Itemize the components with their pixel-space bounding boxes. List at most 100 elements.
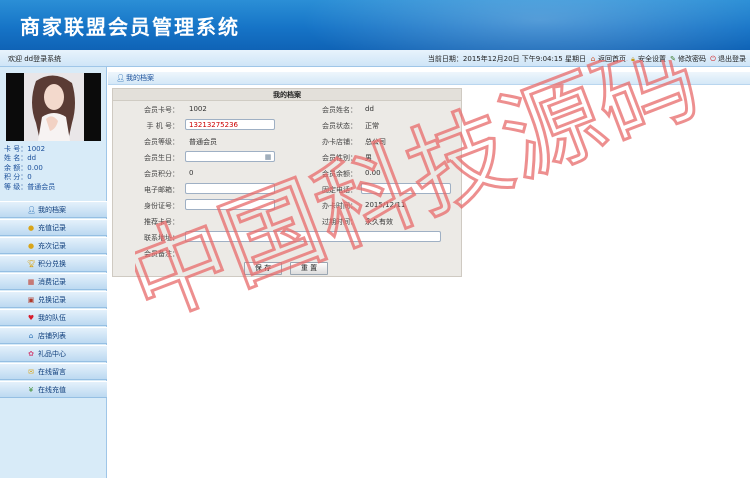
sidebar-item-online-recharge[interactable]: ¥ 在线充值	[0, 381, 107, 398]
sidebar-item-exchange-records[interactable]: ▣ 兑换记录	[0, 291, 107, 308]
reset-button[interactable]: 重 置	[290, 262, 328, 275]
sidebar-item-recharge-records[interactable]: ● 充值记录	[0, 219, 107, 236]
sidebar-item-consumption-records[interactable]: ▦ 消费记录	[0, 273, 107, 290]
member-avatar	[6, 73, 101, 141]
current-datetime: 当前日期：2015年12月20日 下午9:04:15 星期日	[427, 55, 586, 63]
phone-label: 手 机 号：	[146, 122, 179, 130]
coins-icon: ●	[27, 223, 35, 232]
address-input[interactable]	[185, 231, 441, 242]
fixed-phone-label: 固定电话：	[322, 186, 357, 194]
id-card-input[interactable]	[185, 199, 275, 210]
sidebar: 卡 号：1002 姓 名：dd 余 额：0.00 积 分：0 等 级：普通会员 …	[0, 67, 107, 478]
form-title: 我的档案	[113, 89, 461, 101]
main-content: 👤︎我的档案 我的档案 会员卡号： 1002 会员姓名： dd 手 机 号： 会…	[108, 67, 750, 478]
sidebar-item-label: 礼品中心	[38, 349, 66, 358]
store-value: 总公司	[365, 138, 386, 146]
member-summary: 卡 号：1002 姓 名：dd 余 额：0.00 积 分：0 等 级：普通会员	[4, 145, 55, 192]
calendar-icon: ▦	[27, 277, 35, 286]
logout-link-label: 退出登录	[718, 55, 746, 63]
calendar-picker-icon[interactable]: ▦	[264, 153, 272, 161]
sidebar-item-label: 充值记录	[38, 223, 66, 232]
sidebar-item-points-exchange[interactable]: 🏆︎ 积分兑换	[0, 255, 107, 272]
change-password-link[interactable]: ✎ 修改密码	[669, 54, 706, 64]
save-button[interactable]: 保 存	[244, 262, 282, 275]
gift-box-icon: ▣	[27, 295, 35, 304]
member-name-value: dd	[365, 105, 374, 113]
sidebar-item-label: 我的档案	[38, 205, 66, 214]
security-settings-link[interactable]: 🔒︎ 安全设置	[629, 54, 666, 64]
top-links: 当前日期：2015年12月20日 下午9:04:15 星期日 ⌂ 返回首页 🔒︎ 安…	[428, 54, 746, 64]
sidebar-item-label: 在线充值	[38, 385, 66, 394]
member-level-label: 会员等级：	[144, 138, 179, 146]
header-glow	[300, 0, 750, 50]
summary-level: 等 级：普通会员	[4, 182, 56, 191]
phone-input[interactable]	[185, 119, 275, 130]
summary-points: 积 分：0	[4, 173, 32, 182]
card-no-label: 会员卡号：	[144, 106, 179, 114]
id-card-label: 身份证号：	[144, 202, 179, 210]
home-icon: ⌂	[590, 55, 596, 63]
form-row-2: 手 机 号： 会员状态： 正常	[113, 118, 461, 133]
logout-icon: ⏻	[710, 55, 716, 63]
form-row-5: 会员积分： 0 会员余额： 0.00	[113, 166, 461, 181]
member-name-label: 会员姓名：	[322, 106, 357, 114]
summary-card-no: 卡 号：1002	[4, 145, 46, 153]
points-label: 会员积分：	[144, 170, 179, 178]
form-row-6: 电子邮箱： 固定电话：	[113, 182, 461, 197]
app-header: 商家联盟会员管理系统	[0, 0, 750, 50]
expiry-label: 过期时间：	[322, 218, 357, 226]
money-bag-icon: ¥	[28, 385, 34, 394]
trophy-icon: 🏆︎	[27, 259, 36, 268]
fixed-phone-input[interactable]	[361, 183, 451, 194]
gender-label: 会员性别：	[322, 154, 357, 162]
form-row-4: 会员生日： ▦ 会员性别： 男	[113, 150, 461, 165]
summary-balance: 余 额：0.00	[4, 163, 43, 172]
breadcrumb-label: 我的档案	[126, 74, 154, 82]
member-status-value: 正常	[365, 122, 379, 130]
user-icon: 👤︎	[116, 74, 125, 82]
email-label: 电子邮箱：	[144, 186, 179, 194]
form-row-8: 推荐卡号： 过期时间： 永久有效	[113, 214, 461, 229]
coins-icon: ●	[27, 241, 35, 250]
sidebar-item-store-list[interactable]: ⌂ 店铺列表	[0, 327, 107, 344]
email-input[interactable]	[185, 183, 275, 194]
sidebar-item-my-profile[interactable]: 👤︎ 我的档案	[0, 201, 107, 218]
sidebar-item-label: 消费记录	[38, 277, 66, 286]
sidebar-item-gift-center[interactable]: ✿ 礼品中心	[0, 345, 107, 362]
summary-name: 姓 名：dd	[4, 154, 37, 163]
expiry-value: 永久有效	[365, 218, 393, 226]
balance-value: 0.00	[365, 169, 381, 177]
birthday-input[interactable]	[185, 151, 275, 162]
sidebar-item-online-message[interactable]: ✉ 在线留言	[0, 363, 107, 380]
sidebar-item-label: 兑换记录	[38, 295, 66, 304]
home-link-label: 返回首页	[598, 55, 626, 63]
member-level-value: 普通会员	[189, 138, 217, 146]
logout-link[interactable]: ⏻ 退出登录	[709, 54, 746, 64]
welcome-text: 欢迎 dd登录系统	[8, 55, 62, 63]
form-row-10: 会员备注：	[113, 246, 461, 261]
lock-icon: 🔒︎	[631, 55, 635, 63]
sidebar-item-label: 店铺列表	[38, 331, 66, 340]
issue-date-value: 2015/12/11	[365, 201, 406, 209]
store-label: 办卡店铺：	[322, 138, 357, 146]
home-link[interactable]: ⌂ 返回首页	[589, 54, 626, 64]
sidebar-item-label: 我的队伍	[38, 313, 66, 322]
pencil-icon: ✎	[670, 55, 676, 63]
password-link-label: 修改密码	[678, 55, 706, 63]
sidebar-item-times-records[interactable]: ● 充次记录	[0, 237, 107, 254]
referrer-label: 推荐卡号：	[144, 218, 179, 226]
house-icon: ⌂	[28, 331, 34, 340]
sidebar-item-label: 充次记录	[38, 241, 66, 250]
member-status-label: 会员状态：	[322, 122, 357, 130]
sidebar-menu: 👤︎ 我的档案 ● 充值记录 ● 充次记录 🏆︎ 积分兑换 ▦ 消费记录 ▣ 兑换记录 ♥ 我…	[0, 201, 107, 399]
app-title: 商家联盟会员管理系统	[20, 15, 240, 39]
gift-icon: ✿	[28, 349, 34, 358]
issue-date-label: 办卡时间：	[322, 202, 357, 210]
points-value: 0	[189, 169, 194, 177]
message-icon: ✉	[28, 367, 34, 376]
card-no-value: 1002	[189, 105, 207, 113]
sidebar-item-my-team[interactable]: ♥ 我的队伍	[0, 309, 107, 326]
user-icon: 👤︎	[27, 205, 36, 214]
heart-icon: ♥	[27, 313, 35, 322]
sidebar-item-label: 在线留言	[38, 367, 66, 376]
